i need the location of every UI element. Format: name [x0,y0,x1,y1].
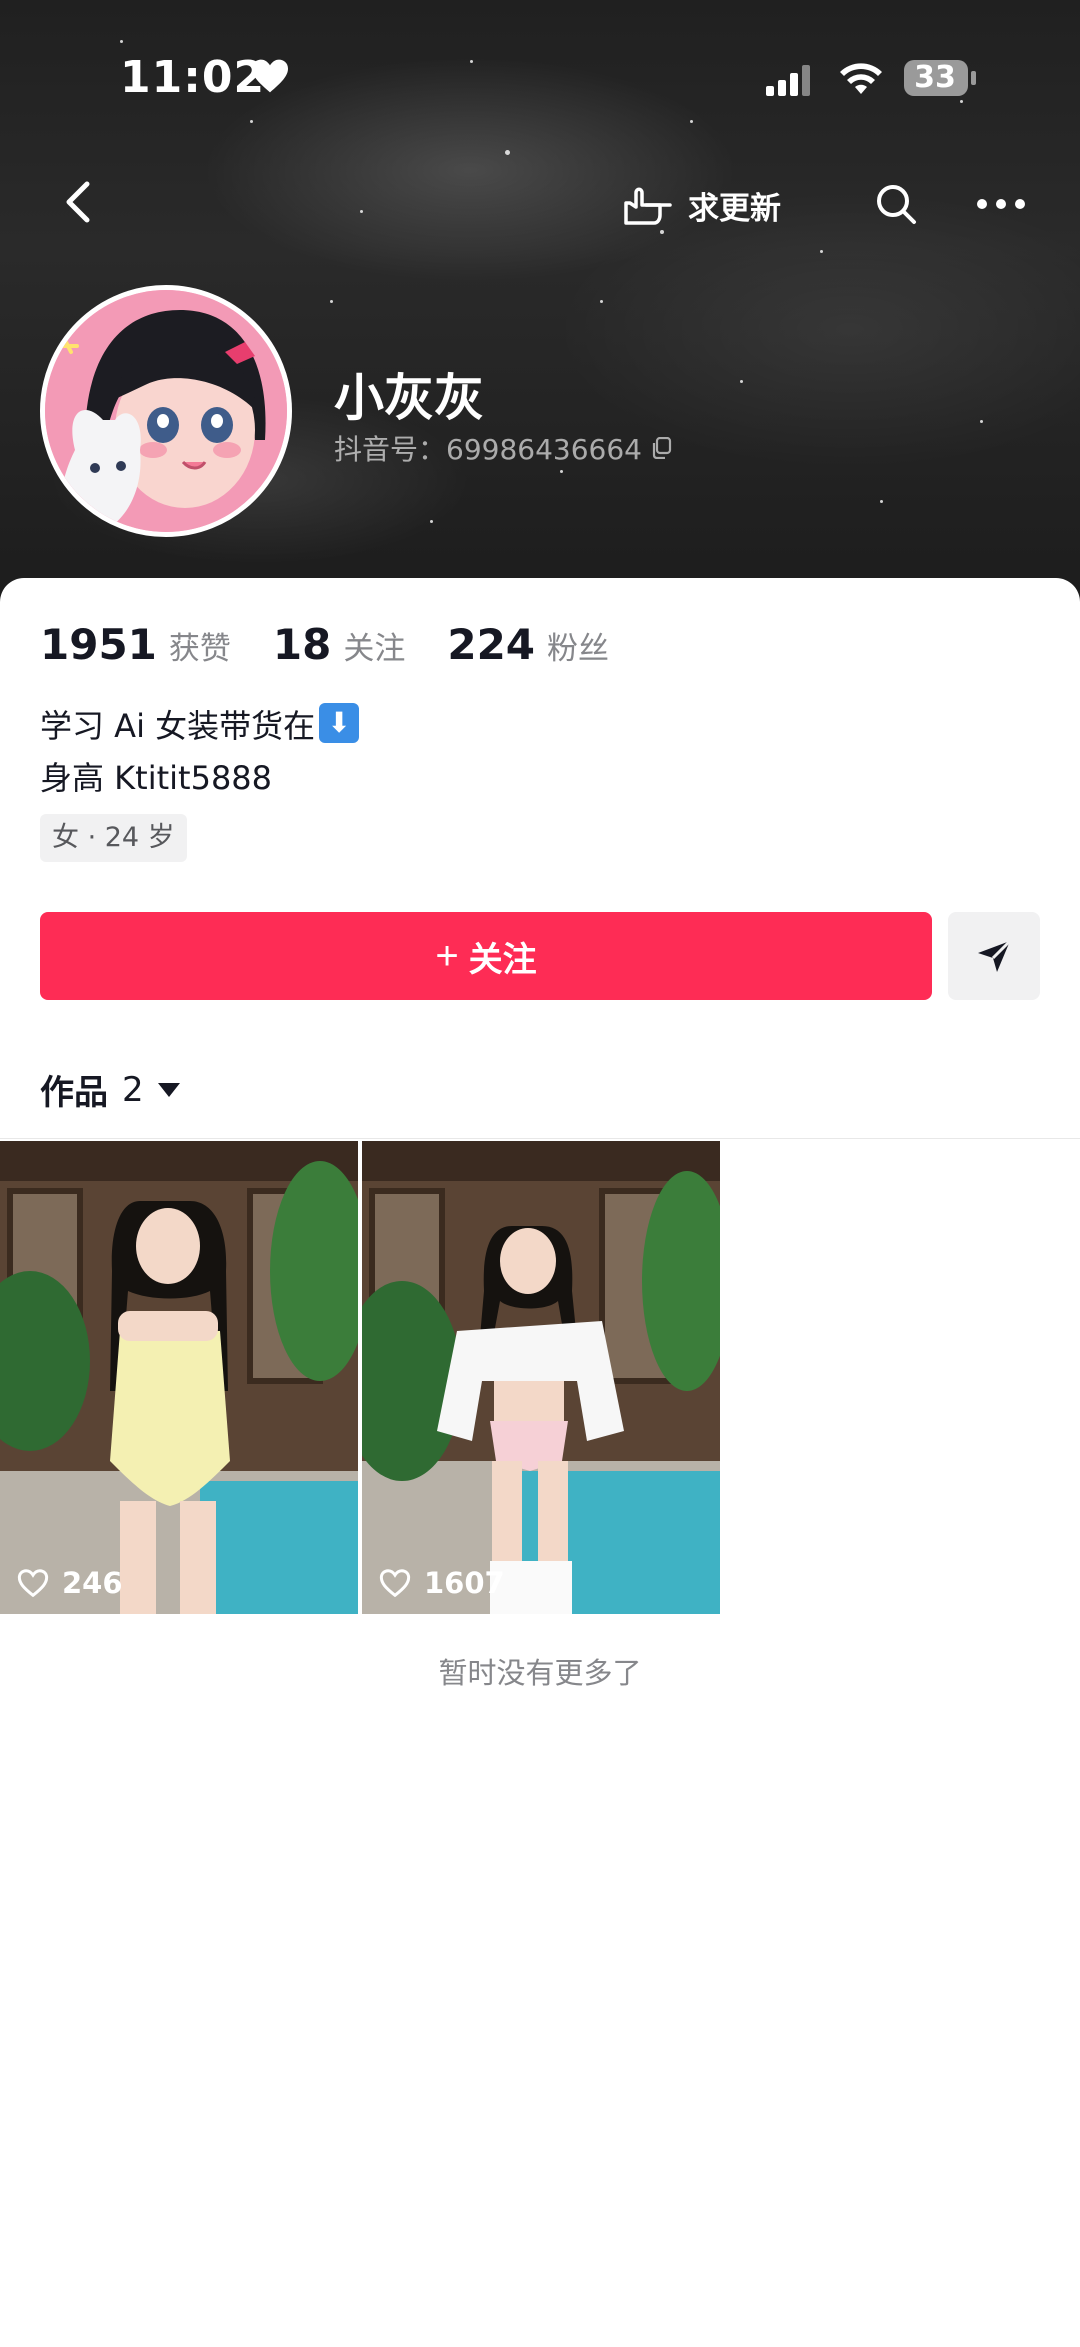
stat-following-count: 18 [272,620,332,669]
dropdown-triangle-icon [157,1082,180,1097]
follow-button-label: 关注 [468,940,537,979]
profile-name: 小灰灰 [334,369,484,427]
bio-line-1-text: 学习 Ai 女装带货在 [40,707,316,745]
stat-likes-label: 获赞 [168,631,231,667]
works-count: 2 [122,1069,144,1110]
status-time: 11:02 [120,52,266,103]
more-button[interactable] [970,176,1032,232]
video-thumbnail-image [362,1141,720,1614]
video-likes: 1607 [378,1566,505,1600]
back-button[interactable] [52,176,104,228]
heart-icon [252,59,288,93]
battery-percent: 33 [914,60,956,95]
bio-line-1: 学习 Ai 女装带货在 [40,700,360,752]
heart-outline-icon [17,1569,49,1598]
video-likes-count: 1607 [424,1566,505,1600]
video-thumbnail-image [0,1141,358,1614]
video-likes-count: 246 [62,1566,123,1600]
no-more-content-text: 暂时没有更多了 [438,1656,642,1690]
down-arrow-icon [319,703,360,743]
video-grid: 246 1607 [0,1141,1080,1614]
tab-works[interactable]: 作品 2 [40,1065,180,1114]
stat-likes-count: 1951 [40,620,157,669]
profile-stats: 1951 获赞 18 关注 224 粉丝 [40,620,651,669]
gender-age-tag: 女 · 24 岁 [40,814,187,862]
works-tab-label: 作品 [40,1073,108,1113]
douyin-id-text: 抖音号：69986436664 [334,433,642,466]
divider [0,1138,1080,1139]
stat-likes[interactable]: 1951 获赞 [40,620,231,669]
stat-following-label: 关注 [343,631,406,667]
avatar-illustration [45,290,287,532]
copy-icon[interactable] [652,437,672,459]
follow-button[interactable]: + 关注 [40,912,932,1000]
pointing-hand-icon [624,187,672,225]
chevron-left-icon [66,181,90,223]
heart-outline-icon [379,1569,411,1598]
stat-followers-label: 粉丝 [547,631,610,667]
send-icon [978,939,1012,972]
search-button[interactable] [868,176,924,232]
avatar[interactable] [40,285,292,537]
plus-icon: + [435,933,459,978]
profile-bio: 学习 Ai 女装带货在 身高 Ktitit5888 [40,700,360,804]
video-thumbnail[interactable]: 1607 [362,1141,720,1614]
request-update-label: 求更新 [688,190,781,227]
cellular-signal-icon [766,65,810,96]
stat-following[interactable]: 18 关注 [273,620,405,669]
search-icon [877,185,916,224]
video-thumbnail[interactable]: 246 [0,1141,358,1614]
stat-followers[interactable]: 224 粉丝 [447,620,609,669]
battery-indicator: 33 [903,58,979,98]
stat-followers-count: 224 [447,620,536,669]
wifi-icon [840,63,882,94]
more-dots-icon [977,199,1025,209]
status-bar: 11:02 33 [0,0,1080,150]
request-update-button[interactable]: 求更新 [620,172,810,238]
bio-line-2: 身高 Ktitit5888 [40,759,273,797]
douyin-id[interactable]: 抖音号：69986436664 [334,428,672,468]
video-likes: 246 [16,1566,123,1600]
message-button[interactable] [948,912,1040,1000]
